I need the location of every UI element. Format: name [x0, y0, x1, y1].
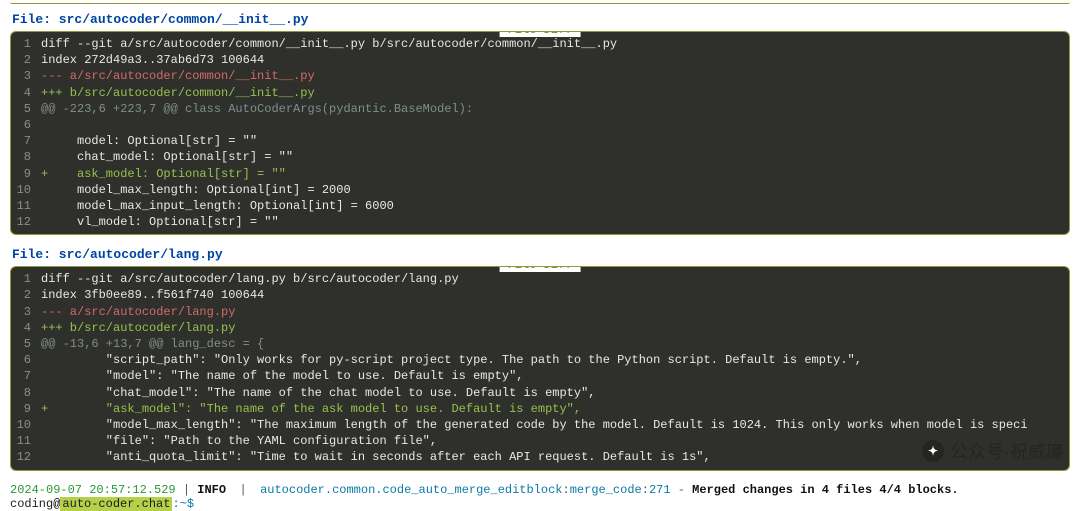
diff-line: 3--- a/src/autocoder/lang.py — [11, 304, 1069, 320]
line-number: 9 — [11, 166, 41, 182]
diff-code: diff --git a/src/autocoder/lang.py b/src… — [41, 271, 1069, 287]
diff-code — [41, 117, 1069, 133]
diff-line: 1diff --git a/src/autocoder/common/__ini… — [11, 36, 1069, 52]
diff-line: 2index 272d49a3..37ab6d73 100644 — [11, 52, 1069, 68]
line-number: 4 — [11, 85, 41, 101]
diff-line: 1diff --git a/src/autocoder/lang.py b/sr… — [11, 271, 1069, 287]
line-number: 12 — [11, 214, 41, 230]
diff-panel-title: File Diff — [500, 31, 581, 37]
diff-code: vl_model: Optional[str] = "" — [41, 214, 1069, 230]
diff-code: index 272d49a3..37ab6d73 100644 — [41, 52, 1069, 68]
line-number: 6 — [11, 352, 41, 368]
log-message: Merged changes in 4 files 4/4 blocks. — [692, 483, 958, 497]
diff-line: 4+++ b/src/autocoder/lang.py — [11, 320, 1069, 336]
line-number: 3 — [11, 304, 41, 320]
diff-line: 6 "script_path": "Only works for py-scri… — [11, 352, 1069, 368]
file-header: File: src/autocoder/lang.py — [12, 247, 1070, 262]
diff-line: 11 model_max_input_length: Optional[int]… — [11, 198, 1069, 214]
line-number: 5 — [11, 101, 41, 117]
shell-prompt[interactable]: coding@auto-coder.chat:~$ — [10, 497, 1070, 511]
diff-code: model: Optional[str] = "" — [41, 133, 1069, 149]
prompt-user: coding — [10, 497, 53, 511]
diff-line: 2index 3fb0ee89..f561f740 100644 — [11, 287, 1069, 303]
line-number: 5 — [11, 336, 41, 352]
line-number: 7 — [11, 368, 41, 384]
diff-line: 7 "model": "The name of the model to use… — [11, 368, 1069, 384]
diff-code: "file": "Path to the YAML configuration … — [41, 433, 1069, 449]
line-number: 2 — [11, 287, 41, 303]
diff-code: "script_path": "Only works for py-script… — [41, 352, 1069, 368]
line-number: 1 — [11, 271, 41, 287]
diff-line: 6 — [11, 117, 1069, 133]
diff-code: "model_max_length": "The maximum length … — [41, 417, 1069, 433]
diff-line: 3--- a/src/autocoder/common/__init__.py — [11, 68, 1069, 84]
diff-code: diff --git a/src/autocoder/common/__init… — [41, 36, 1069, 52]
log-timestamp: 2024-09-07 20:57:12.529 — [10, 483, 176, 497]
diff-panel-title: File Diff — [500, 266, 581, 272]
line-number: 6 — [11, 117, 41, 133]
log-level: INFO — [197, 483, 226, 497]
file-diff-panel: File Diff1diff --git a/src/autocoder/com… — [10, 31, 1070, 235]
log-module: autocoder.common.code_auto_merge_editblo… — [260, 483, 562, 497]
file-header: File: src/autocoder/common/__init__.py — [12, 12, 1070, 27]
diff-code: + ask_model: Optional[str] = "" — [41, 166, 1069, 182]
diff-line: 5@@ -223,6 +223,7 @@ class AutoCoderArgs… — [11, 101, 1069, 117]
diff-code: index 3fb0ee89..f561f740 100644 — [41, 287, 1069, 303]
log-function: merge_code — [570, 483, 642, 497]
line-number: 12 — [11, 449, 41, 465]
diff-code: +++ b/src/autocoder/lang.py — [41, 320, 1069, 336]
line-number: 10 — [11, 182, 41, 198]
log-line-number: 271 — [649, 483, 671, 497]
diff-code: chat_model: Optional[str] = "" — [41, 149, 1069, 165]
diff-code: --- a/src/autocoder/common/__init__.py — [41, 68, 1069, 84]
line-number: 11 — [11, 198, 41, 214]
diff-line: 10 model_max_length: Optional[int] = 200… — [11, 182, 1069, 198]
diff-line: 8 chat_model: Optional[str] = "" — [11, 149, 1069, 165]
line-number: 4 — [11, 320, 41, 336]
diff-line: 12 "anti_quota_limit": "Time to wait in … — [11, 449, 1069, 465]
diff-code: "chat_model": "The name of the chat mode… — [41, 385, 1069, 401]
diff-code: @@ -223,6 +223,7 @@ class AutoCoderArgs(… — [41, 101, 1069, 117]
line-number: 1 — [11, 36, 41, 52]
file-diff-panel: File Diff1diff --git a/src/autocoder/lan… — [10, 266, 1070, 470]
diff-line: 12 vl_model: Optional[str] = "" — [11, 214, 1069, 230]
diff-code: "model": "The name of the model to use. … — [41, 368, 1069, 384]
partial-panel-border-top — [10, 0, 1070, 4]
line-number: 8 — [11, 385, 41, 401]
diff-line: 4+++ b/src/autocoder/common/__init__.py — [11, 85, 1069, 101]
diff-code: --- a/src/autocoder/lang.py — [41, 304, 1069, 320]
line-number: 10 — [11, 417, 41, 433]
line-number: 9 — [11, 401, 41, 417]
line-number: 7 — [11, 133, 41, 149]
diff-line: 11 "file": "Path to the YAML configurati… — [11, 433, 1069, 449]
diff-line: 5@@ -13,6 +13,7 @@ lang_desc = { — [11, 336, 1069, 352]
diff-code: @@ -13,6 +13,7 @@ lang_desc = { — [41, 336, 1069, 352]
diff-code: +++ b/src/autocoder/common/__init__.py — [41, 85, 1069, 101]
diff-code: model_max_length: Optional[int] = 2000 — [41, 182, 1069, 198]
diff-line: 10 "model_max_length": "The maximum leng… — [11, 417, 1069, 433]
diff-line: 8 "chat_model": "The name of the chat mo… — [11, 385, 1069, 401]
line-number: 3 — [11, 68, 41, 84]
prompt-path: :~$ — [172, 497, 201, 511]
prompt-host: auto-coder.chat — [60, 497, 172, 511]
log-status-line: 2024-09-07 20:57:12.529 | INFO | autocod… — [10, 483, 1070, 497]
diff-code: "anti_quota_limit": "Time to wait in sec… — [41, 449, 1069, 465]
diff-line: 9+ ask_model: Optional[str] = "" — [11, 166, 1069, 182]
line-number: 2 — [11, 52, 41, 68]
line-number: 11 — [11, 433, 41, 449]
diff-line: 7 model: Optional[str] = "" — [11, 133, 1069, 149]
diff-code: + "ask_model": "The name of the ask mode… — [41, 401, 1069, 417]
line-number: 8 — [11, 149, 41, 165]
diff-code: model_max_input_length: Optional[int] = … — [41, 198, 1069, 214]
diff-line: 9+ "ask_model": "The name of the ask mod… — [11, 401, 1069, 417]
